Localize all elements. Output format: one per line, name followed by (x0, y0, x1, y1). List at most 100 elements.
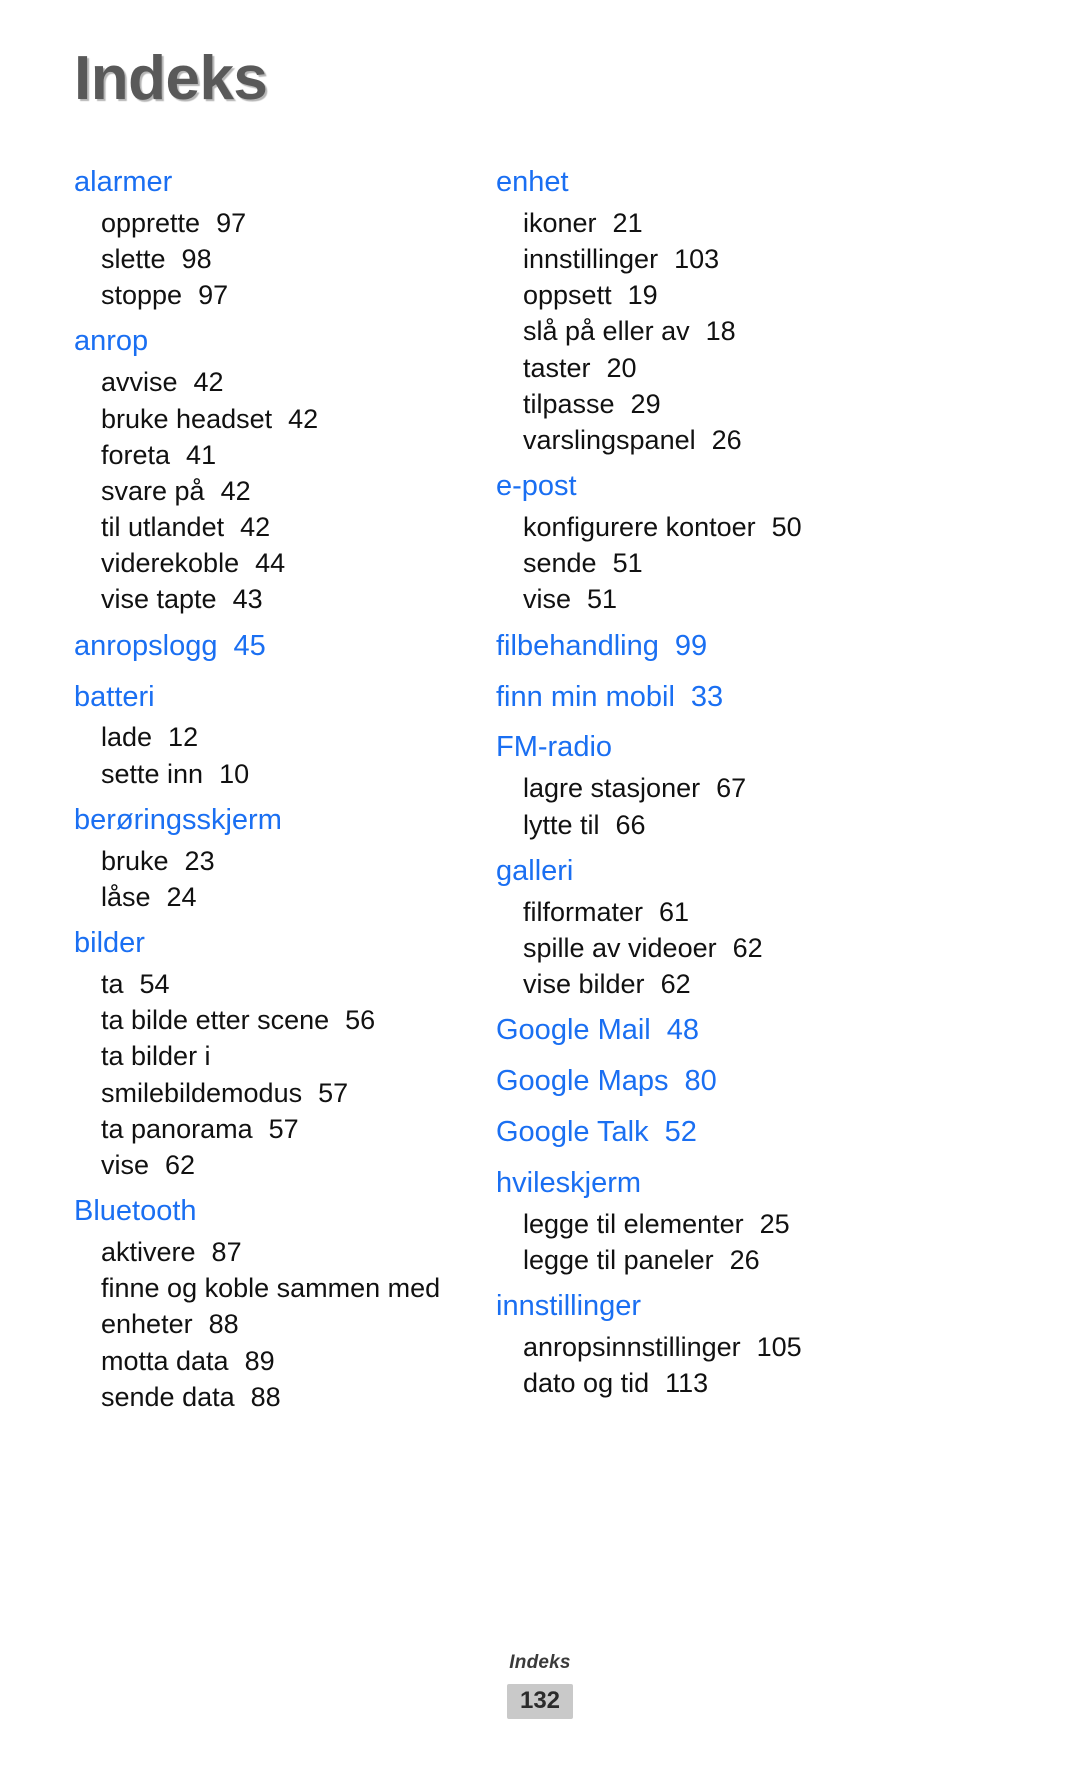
index-page-ref: 42 (220, 475, 251, 506)
index-entry[interactable]: tilpasse 29 (496, 386, 990, 422)
index-group-heading[interactable]: innstillinger (496, 1284, 990, 1329)
index-group-heading[interactable]: anropslogg 45 (74, 624, 430, 669)
index-entry[interactable]: anropsinnstillinger 105 (496, 1329, 990, 1365)
index-entry[interactable]: ta bilder i (74, 1038, 430, 1074)
index-entry[interactable]: opprette 97 (74, 205, 430, 241)
index-group-heading[interactable]: berøringsskjerm (74, 798, 430, 843)
index-entry-label: legge til paneler (523, 1245, 714, 1276)
index-entry[interactable]: smilebildemodus 57 (74, 1075, 430, 1111)
index-entry[interactable]: ta bilde etter scene 56 (74, 1002, 430, 1038)
index-group: Google Maps 80 (496, 1059, 990, 1104)
index-entry-label: bruke headset (101, 403, 273, 434)
index-entry[interactable]: låse 24 (74, 879, 430, 915)
index-entry[interactable]: vise 62 (74, 1147, 430, 1183)
index-entry-label: aktivere (101, 1237, 196, 1267)
index-group: innstillinger anropsinnstillinger 105 dato … (496, 1284, 990, 1401)
index-entry[interactable]: dato og tid 113 (496, 1365, 990, 1401)
index-entry[interactable]: varslingspanel 26 (496, 422, 990, 458)
index-entry-label: taster (523, 352, 591, 383)
index-page-ref: 18 (705, 316, 736, 347)
index-page-ref: 23 (184, 845, 215, 876)
index-entry[interactable]: innstillinger 103 (496, 241, 990, 277)
index-entry[interactable]: foreta 41 (74, 437, 430, 473)
index-group-heading[interactable]: anrop (74, 319, 430, 364)
index-entry[interactable]: enheter 88 (74, 1306, 430, 1342)
index-entry[interactable]: svare på 42 (74, 473, 430, 509)
index-group-heading[interactable]: galleri (496, 849, 990, 894)
index-page-ref: 103 (674, 244, 720, 275)
index-page-ref: 57 (318, 1077, 349, 1108)
index-entry-label: vise bilder (523, 969, 645, 1000)
index-group-heading[interactable]: Bluetooth (74, 1189, 430, 1234)
index-group-heading[interactable]: batteri (74, 675, 430, 720)
index-entry[interactable]: vise bilder 62 (496, 966, 990, 1002)
index-entry-label: tilpasse (523, 388, 615, 419)
index-group: bilder ta 54 ta bilde etter scene 56 ta bilde… (74, 921, 430, 1183)
index-entry[interactable]: lytte til 66 (496, 807, 990, 843)
index-entry[interactable]: viderekoble 44 (74, 545, 430, 581)
index-group-heading[interactable]: bilder (74, 921, 430, 966)
index-entry[interactable]: spille av videoer 62 (496, 930, 990, 966)
index-entry-label: foreta (101, 439, 171, 470)
index-entry[interactable]: legge til elementer 25 (496, 1206, 990, 1242)
index-group-label: finn min mobil (496, 680, 675, 713)
index-page: Indeks alarmer opprette 97 slette 98 stoppe 97… (0, 0, 1080, 1771)
index-group-heading[interactable]: alarmer (74, 160, 430, 205)
index-entry[interactable]: avvise 42 (74, 364, 430, 400)
index-group-label: alarmer (74, 166, 173, 198)
index-entry[interactable]: motta data 89 (74, 1343, 430, 1379)
index-entry[interactable]: slette 98 (74, 241, 430, 277)
index-page-ref: 42 (288, 403, 319, 434)
index-entry[interactable]: taster 20 (496, 350, 990, 386)
index-entry[interactable]: vise 51 (496, 581, 990, 617)
index-group-label: enhet (496, 166, 569, 198)
index-entry[interactable]: oppsett 19 (496, 277, 990, 313)
index-group-heading[interactable]: filbehandling 99 (496, 624, 990, 669)
index-entry[interactable]: ikoner 21 (496, 205, 990, 241)
index-page-ref: 26 (729, 1245, 760, 1276)
index-entry[interactable]: lade 12 (74, 719, 430, 755)
index-entry-label: dato og tid (523, 1368, 650, 1399)
index-group-heading[interactable]: Google Maps 80 (496, 1059, 990, 1104)
index-entry[interactable]: legge til paneler 26 (496, 1242, 990, 1278)
index-entry[interactable]: bruke headset 42 (74, 401, 430, 437)
index-entry[interactable]: sende data 88 (74, 1379, 430, 1415)
index-page-ref: 67 (716, 773, 747, 804)
index-group-heading[interactable]: FM-radio (496, 725, 990, 770)
index-entry[interactable]: lagre stasjoner 67 (496, 770, 990, 806)
index-entry-label: lade (101, 722, 153, 753)
index-page-ref: 66 (615, 809, 646, 840)
index-page-ref: 51 (612, 548, 643, 579)
index-page-ref: 56 (345, 1005, 376, 1036)
index-page-ref: 62 (165, 1149, 196, 1180)
index-group-heading[interactable]: finn min mobil 33 (496, 675, 990, 720)
index-entry[interactable]: aktivere 87 (74, 1234, 430, 1270)
index-group-heading[interactable]: e-post (496, 464, 990, 509)
index-entry[interactable]: filformater 61 (496, 894, 990, 930)
index-page-ref: 29 (630, 388, 661, 419)
index-entry[interactable]: ta panorama 57 (74, 1111, 430, 1147)
index-page-ref: 44 (255, 548, 286, 579)
index-group-label: filbehandling (496, 629, 659, 662)
index-entry[interactable]: bruke 23 (74, 843, 430, 879)
index-entry[interactable]: konfigurere kontoer 50 (496, 509, 990, 545)
index-group: Google Mail 48 (496, 1008, 990, 1053)
index-entry[interactable]: slå på eller av 18 (496, 313, 990, 349)
index-group-heading[interactable]: Google Mail 48 (496, 1008, 990, 1053)
index-entry[interactable]: til utlandet 42 (74, 509, 430, 545)
index-group-heading[interactable]: Google Talk 52 (496, 1110, 990, 1155)
index-group: anrop avvise 42 bruke headset 42 foreta 41 svar… (74, 319, 430, 617)
index-entry[interactable]: sette inn 10 (74, 756, 430, 792)
index-entry-label: vise tapte (101, 584, 217, 615)
index-entry[interactable]: stoppe 97 (74, 277, 430, 313)
index-entry[interactable]: vise tapte 43 (74, 581, 430, 617)
index-entry[interactable]: sende 51 (496, 545, 990, 581)
index-entry[interactable]: finne og koble sammen med (74, 1270, 440, 1306)
index-group: FM-radio lagre stasjoner 67 lytte til 66 (496, 725, 990, 842)
index-group-heading[interactable]: hvileskjerm (496, 1161, 990, 1206)
index-group-heading[interactable]: enhet (496, 160, 990, 205)
index-entry[interactable]: ta 54 (74, 966, 430, 1002)
index-entry-label: låse (101, 881, 151, 912)
